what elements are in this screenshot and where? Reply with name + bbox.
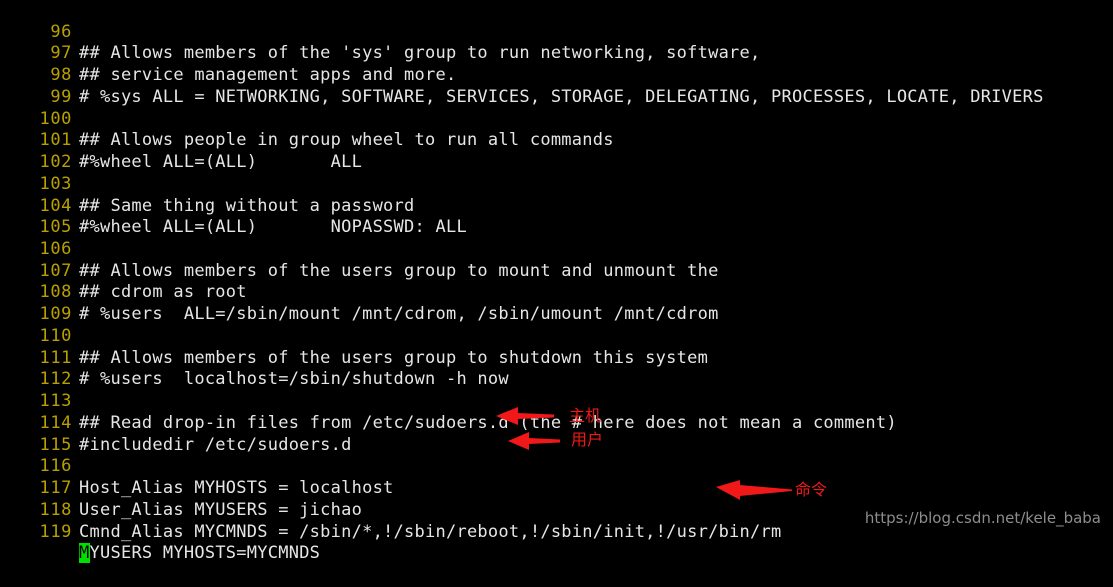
code-line: 103 ## Same thing without a password [0,152,1113,216]
watermark: https://blog.csdn.net/kele_baba [864,509,1101,527]
code-line: 114 #includedir /etc/sudoers.d [0,391,1113,455]
text-cursor[interactable]: M [79,543,90,564]
annotation-label-user: 用户 [571,430,604,449]
code-line: 100 ## Allows people in group wheel to r… [0,87,1113,151]
code-line: 110 ## Allows members of the users group… [0,304,1113,368]
code-line: 98 # %sys ALL = NETWORKING, SOFTWARE, SE… [0,43,1113,107]
code-line: 99 [0,65,1113,107]
line-content-rest: YUSERS MYHOSTS=MYCMNDS [89,543,321,564]
annotation-label-command: 命令 [795,480,828,499]
code-line: 111 # %users localhost=/sbin/shutdown -h… [0,326,1113,390]
code-line: 107 ## cdrom as root [0,239,1113,303]
code-line: 116 Host_Alias MYHOSTS = localhost [0,435,1113,498]
code-editor-view[interactable]: 96 ## Allows members of the 'sys' group … [0,0,1113,564]
code-line: 115 [0,413,1113,455]
code-line: 96 ## Allows members of the 'sys' group … [0,0,1113,64]
code-line: 105 [0,196,1113,237]
code-line: 109 [0,282,1113,324]
code-line: 108 # %users ALL=/sbin/mount /mnt/cdrom,… [0,261,1113,324]
annotation-label-host: 主机 [569,406,602,425]
code-line: 104 #%wheel ALL=(ALL) NOPASSWD: ALL [0,174,1113,238]
line-content: MYUSERS MYHOSTS=MYCMNDS [79,543,320,565]
code-line: 113 ## Read drop-in files from /etc/sudo… [0,369,1113,433]
code-line: 106 ## Allows members of the users group… [0,217,1113,281]
code-line: 112 [0,348,1113,389]
code-line: 118 Cmnd_Alias MYCMNDS = /sbin/*,!/sbin/… [0,478,1113,542]
code-line: 101 #%wheel ALL=(ALL) ALL [0,109,1113,172]
line-number: 119 [39,521,72,542]
code-line: 102 [0,130,1113,172]
code-line: 117 User_Alias MYUSERS = jichao [0,456,1113,520]
code-line: 97 ## service management apps and more. [0,22,1113,85]
line-content: Cmnd_Alias MYCMNDS = /sbin/*,!/sbin/rebo… [79,521,782,542]
